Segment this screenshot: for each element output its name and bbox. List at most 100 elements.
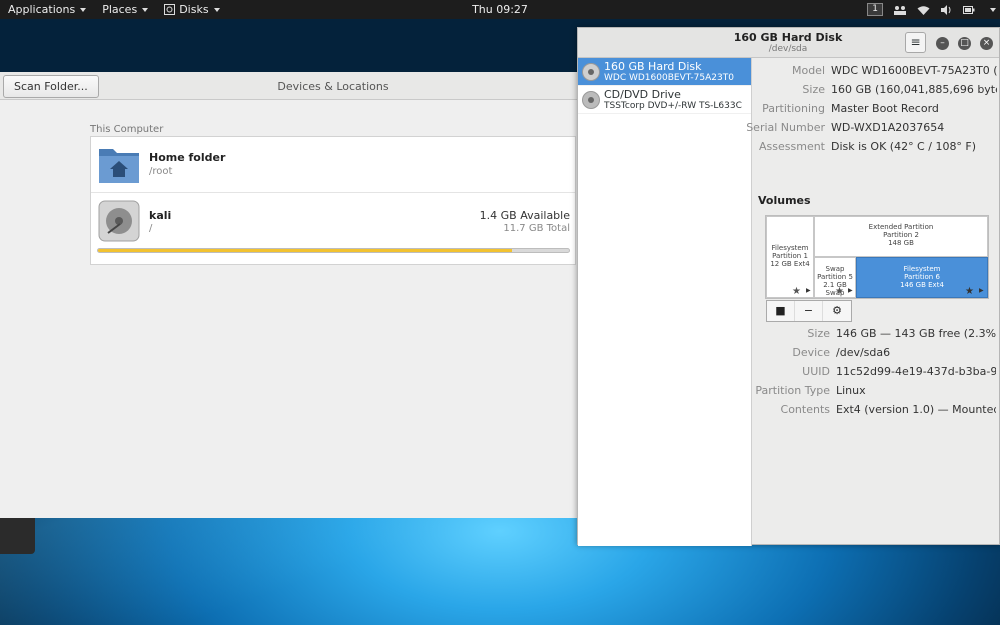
volume-size-row: Size 146 GB — 143 GB free (2.3% full) bbox=[753, 327, 999, 343]
optical-drive-icon bbox=[582, 91, 600, 109]
disks-headerbar: 160 GB Hard Disk /dev/sda ≡ – □ × bbox=[578, 28, 999, 58]
partition-label: 12 GB Ext4 bbox=[770, 260, 810, 268]
field-value: WD-WXD1A2037654 bbox=[831, 121, 945, 134]
field-value: WDC WD1600BEVT-75A23T0 (... bbox=[831, 64, 997, 77]
disk-device-path: /dev/sda bbox=[768, 44, 808, 54]
usage-bar-fill bbox=[98, 249, 513, 252]
files-headerbar: Scan Folder... Devices & Locations bbox=[0, 72, 577, 100]
window-title: Devices & Locations bbox=[277, 80, 389, 93]
partition-label: Filesystem bbox=[903, 265, 941, 273]
field-value: 160 GB (160,041,885,696 bytes) bbox=[831, 83, 997, 96]
list-item[interactable]: Home folder /root bbox=[91, 137, 575, 193]
close-button[interactable]: × bbox=[980, 37, 993, 50]
disks-window: 160 GB Hard Disk /dev/sda ≡ – □ × 160 GB… bbox=[577, 27, 1000, 546]
partition-label: Extended Partition bbox=[868, 223, 934, 231]
field-label: Device bbox=[792, 346, 830, 359]
assessment-row: Assessment Disk is OK (42° C / 108° F) bbox=[753, 140, 999, 156]
field-value: Master Boot Record bbox=[831, 102, 939, 115]
field-label: Partitioning bbox=[762, 102, 825, 115]
volume-icon[interactable] bbox=[940, 4, 953, 15]
drive-name: CD/DVD Drive bbox=[604, 88, 681, 101]
location-path: / bbox=[149, 223, 153, 234]
home-folder-icon bbox=[99, 149, 139, 183]
partition-label: Filesystem bbox=[771, 244, 809, 252]
workspace-indicator[interactable]: 1 bbox=[867, 3, 883, 16]
hard-disk-icon bbox=[582, 63, 600, 81]
gear-icon[interactable]: ⚙ bbox=[823, 301, 851, 321]
partition-label: 148 GB bbox=[888, 239, 914, 247]
top-bar: Applications Places Disks Thu 09:27 1 bbox=[0, 0, 1000, 19]
clock[interactable]: Thu 09:27 bbox=[472, 3, 528, 16]
partition-1[interactable]: Filesystem Partition 1 12 GB Ext4 ★ ▶ bbox=[766, 216, 814, 298]
hard-drive-icon bbox=[98, 200, 140, 242]
disk-title: 160 GB Hard Disk bbox=[733, 31, 843, 44]
field-label: Contents bbox=[780, 403, 830, 416]
disks-app-icon bbox=[164, 4, 176, 15]
volume-toolbar: ■ − ⚙ bbox=[766, 300, 852, 322]
field-label: Model bbox=[791, 64, 825, 77]
serial-number-row: Serial Number WD-WXD1A2037654 bbox=[746, 121, 999, 137]
contents-row: Contents Ext4 (version 1.0) — Mounted at.… bbox=[753, 403, 999, 419]
model-row: Model WDC WD1600BEVT-75A23T0 (... bbox=[753, 64, 999, 80]
star-icon: ★ bbox=[792, 286, 801, 297]
total-space: 11.7 GB Total bbox=[503, 223, 570, 234]
usage-bar bbox=[97, 248, 570, 253]
location-path: /root bbox=[149, 166, 173, 177]
partition-label: Partition 6 bbox=[904, 273, 940, 281]
play-icon: ▶ bbox=[979, 287, 984, 294]
applications-label: Applications bbox=[8, 3, 76, 16]
drive-model: TSSTcorp DVD+/-RW TS-L633C bbox=[604, 101, 742, 111]
device-row: Device/dev/sda6 bbox=[753, 346, 999, 362]
devices-locations-window: Scan Folder... Devices & Locations This … bbox=[0, 72, 578, 518]
play-icon: ▶ bbox=[806, 287, 811, 294]
uuid-row: UUID 11c52d99-4e19-437d-b3ba-9e... bbox=[753, 365, 999, 381]
field-label: Size bbox=[802, 83, 825, 96]
partition-label: Partition 5 bbox=[817, 273, 853, 281]
location-name: Home folder bbox=[149, 151, 226, 164]
partition-label: Partition 1 bbox=[772, 252, 808, 260]
wifi-icon[interactable] bbox=[917, 5, 930, 15]
play-icon: ▶ bbox=[848, 287, 853, 294]
extended-partition[interactable]: Extended Partition Partition 2 148 GB bbox=[814, 216, 988, 257]
disks-app-label: Disks bbox=[179, 3, 209, 16]
applications-menu[interactable]: Applications bbox=[0, 0, 94, 19]
available-space: 1.4 GB Available bbox=[479, 209, 570, 222]
field-label: Serial Number bbox=[746, 121, 825, 134]
partitioning-row: Partitioning Master Boot Record bbox=[753, 102, 999, 118]
unmount-button[interactable]: ■ bbox=[767, 301, 795, 321]
drive-item-cd-dvd[interactable]: CD/DVD Drive TSSTcorp DVD+/-RW TS-L633C bbox=[578, 86, 751, 114]
partition-type-row: Partition Type Linux bbox=[753, 384, 999, 400]
people-icon[interactable] bbox=[893, 5, 907, 15]
partition-5-swap[interactable]: Swap Partition 5 2.1 GB Swap ★ ▶ bbox=[814, 257, 856, 298]
places-menu[interactable]: Places bbox=[94, 0, 156, 19]
size-row: Size 160 GB (160,041,885,696 bytes) bbox=[753, 83, 999, 99]
field-value: Ext4 (version 1.0) — Mounted at... bbox=[836, 403, 996, 416]
maximize-button[interactable]: □ bbox=[958, 37, 971, 50]
list-item[interactable]: kali / 1.4 GB Available 11.7 GB Total bbox=[91, 193, 575, 265]
field-label: Partition Type bbox=[755, 384, 830, 397]
field-label: Assessment bbox=[759, 140, 825, 153]
locations-list: Home folder /root kali / 1.4 GB Availabl… bbox=[90, 136, 576, 265]
battery-icon[interactable] bbox=[963, 5, 975, 15]
partition-label: Partition 2 bbox=[883, 231, 919, 239]
drive-item-hard-disk[interactable]: 160 GB Hard Disk WDC WD1600BEVT-75A23T0 bbox=[578, 58, 751, 86]
places-label: Places bbox=[102, 3, 138, 16]
drive-model: WDC WD1600BEVT-75A23T0 bbox=[604, 73, 734, 83]
field-value: 146 GB — 143 GB free (2.3% full) bbox=[836, 327, 996, 340]
disks-app-menu[interactable]: Disks bbox=[156, 0, 227, 19]
disk-details: Model WDC WD1600BEVT-75A23T0 (... Size 160… bbox=[746, 58, 999, 546]
hamburger-menu-button[interactable]: ≡ bbox=[905, 32, 926, 53]
system-menu-chevron-icon[interactable] bbox=[990, 7, 996, 12]
minimize-button[interactable]: – bbox=[936, 37, 949, 50]
star-icon: ★ bbox=[965, 286, 974, 297]
volume-map: Filesystem Partition 1 12 GB Ext4 ★ ▶ Ext… bbox=[765, 215, 989, 299]
partition-6-selected[interactable]: Filesystem Partition 6 146 GB Ext4 ★ ▶ bbox=[856, 257, 988, 298]
field-label: Size bbox=[807, 327, 830, 340]
location-name: kali bbox=[149, 209, 172, 222]
volumes-heading: Volumes bbox=[758, 194, 811, 207]
chevron-down-icon bbox=[213, 7, 220, 12]
field-value: /dev/sda6 bbox=[836, 346, 891, 359]
delete-partition-button[interactable]: − bbox=[795, 301, 823, 321]
drive-list: 160 GB Hard Disk WDC WD1600BEVT-75A23T0 … bbox=[578, 58, 752, 546]
field-value: Disk is OK (42° C / 108° F) bbox=[831, 140, 977, 153]
